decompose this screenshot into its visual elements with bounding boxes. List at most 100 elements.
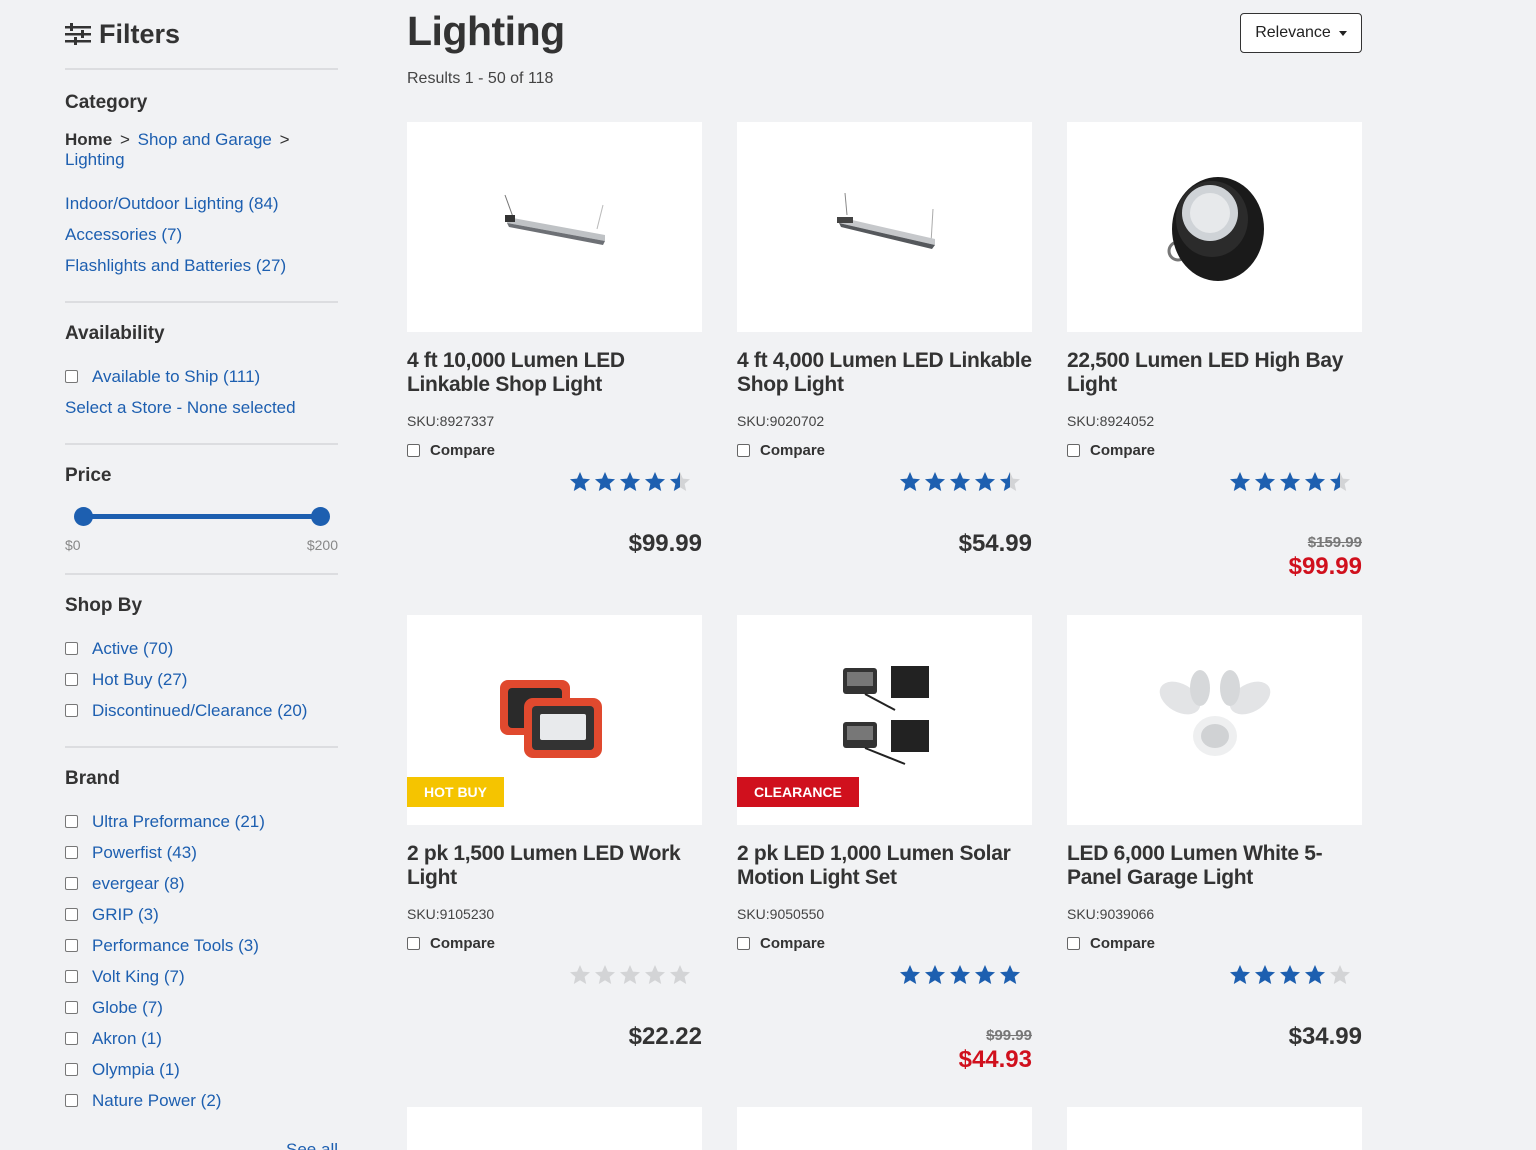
compare-label: Compare <box>430 935 496 952</box>
product-card[interactable]: 4 ft 10,000 Lumen LED Linkable Shop Ligh… <box>407 122 702 557</box>
product-sku: SKU:8927337 <box>407 413 495 429</box>
sort-dropdown[interactable]: Relevance <box>1240 13 1362 53</box>
product-image[interactable] <box>1067 615 1362 825</box>
shop-by-heading: Shop By <box>65 595 143 616</box>
garage-light-image <box>1159 670 1270 756</box>
product-name[interactable]: 4 ft 4,000 Lumen LED Linkable Shop Light <box>737 349 1032 397</box>
shop-by-option-hot-buy[interactable]: Hot Buy (27) <box>65 664 338 695</box>
product-price: $34.99 <box>1288 1023 1362 1050</box>
product-sku: SKU:9105230 <box>407 906 495 922</box>
category-section: Category Home > Shop and Garage > Lighti… <box>65 70 338 303</box>
product-name[interactable]: 2 pk LED 1,000 Lumen Solar Motion Light … <box>737 842 1032 890</box>
option-label: Available to Ship (111) <box>92 366 261 386</box>
compare-checkbox[interactable]: Compare <box>737 935 1032 952</box>
star-icon <box>595 472 615 491</box>
checkbox[interactable] <box>65 939 78 952</box>
compare-checkbox[interactable]: Compare <box>407 935 702 952</box>
checkbox[interactable] <box>65 1001 78 1014</box>
star-icon <box>1330 965 1350 984</box>
breadcrumb-shop-and-garage[interactable]: Shop and Garage <box>138 130 272 149</box>
brand-option[interactable]: Akron (1) <box>65 1023 338 1054</box>
shop-by-option-clearance[interactable]: Discontinued/Clearance (20) <box>65 695 338 726</box>
price-section: Price $0 $200 <box>65 445 338 575</box>
product-card[interactable]: 22,500 Lumen LED High Bay Light SKU:8924… <box>1067 122 1362 580</box>
checkbox[interactable] <box>65 815 78 828</box>
brand-option[interactable]: GRIP (3) <box>65 899 338 930</box>
brand-option[interactable]: Powerfist (43) <box>65 837 338 868</box>
compare-checkbox[interactable]: Compare <box>737 442 1032 459</box>
checkbox[interactable] <box>65 704 78 717</box>
shop-light-image <box>836 192 935 249</box>
category-link-accessories[interactable]: Accessories (7) <box>65 219 338 250</box>
compare-label: Compare <box>430 442 496 459</box>
price-max-label: $200 <box>306 537 338 553</box>
option-label: evergear (8) <box>92 873 185 893</box>
product-card[interactable]: 4 ft 4,000 Lumen LED Linkable Shop Light… <box>737 122 1032 557</box>
brand-see-all-link[interactable]: See all <box>65 1140 338 1150</box>
compare-checkbox[interactable]: Compare <box>1067 935 1362 952</box>
compare-checkbox[interactable]: Compare <box>1067 442 1362 459</box>
checkbox[interactable] <box>65 1094 78 1107</box>
product-name[interactable]: 4 ft 10,000 Lumen LED Linkable Shop Ligh… <box>407 349 702 397</box>
available-to-ship-option[interactable]: Available to Ship (111) <box>65 361 338 392</box>
filters-icon <box>65 23 91 45</box>
compare-label: Compare <box>1090 935 1156 952</box>
compare-label: Compare <box>760 442 826 459</box>
product-image[interactable] <box>737 122 1032 332</box>
checkbox[interactable] <box>65 370 78 383</box>
compare-checkbox[interactable]: Compare <box>407 442 702 459</box>
category-link-indoor-outdoor[interactable]: Indoor/Outdoor Lighting (84) <box>65 188 338 219</box>
select-store-link[interactable]: Select a Store - None selected <box>65 392 338 423</box>
breadcrumb-lighting[interactable]: Lighting <box>65 150 125 169</box>
checkbox[interactable] <box>65 1063 78 1076</box>
product-card[interactable]: HOT BUY 2 pk 1,500 Lumen LED Work Light … <box>407 615 702 1050</box>
checkbox[interactable] <box>737 444 750 457</box>
brand-option[interactable]: Ultra Preformance (21) <box>65 806 338 837</box>
star-icon <box>645 965 665 984</box>
checkbox[interactable] <box>1067 444 1080 457</box>
breadcrumb-home[interactable]: Home <box>65 130 112 149</box>
shop-by-section: Shop By Active (70) Hot Buy (27) Discont… <box>65 575 338 748</box>
checkbox[interactable] <box>65 970 78 983</box>
caret-down-icon <box>1338 30 1347 36</box>
brand-option[interactable]: evergear (8) <box>65 868 338 899</box>
checkbox[interactable] <box>65 1032 78 1045</box>
star-rating <box>1228 963 1352 987</box>
product-name[interactable]: 22,500 Lumen LED High Bay Light <box>1067 349 1362 397</box>
checkbox[interactable] <box>65 908 78 921</box>
product-card[interactable] <box>1067 1107 1362 1150</box>
price-slider-max-handle[interactable] <box>310 507 330 526</box>
product-name[interactable]: 2 pk 1,500 Lumen LED Work Light <box>407 842 702 890</box>
checkbox[interactable] <box>65 846 78 859</box>
brand-option[interactable]: Olympia (1) <box>65 1054 338 1085</box>
checkbox[interactable] <box>65 877 78 890</box>
brand-option[interactable]: Globe (7) <box>65 992 338 1023</box>
product-card[interactable]: LED 6,000 Lumen White 5-Panel Garage Lig… <box>1067 615 1362 1050</box>
checkbox[interactable] <box>407 444 420 457</box>
product-card[interactable] <box>407 1107 702 1150</box>
price-slider[interactable] <box>65 503 338 533</box>
checkbox[interactable] <box>65 673 78 686</box>
option-label: Olympia (1) <box>92 1059 180 1079</box>
checkbox[interactable] <box>1067 937 1080 950</box>
brand-option[interactable]: Nature Power (2) <box>65 1085 338 1116</box>
star-rating <box>1228 470 1352 494</box>
product-image[interactable] <box>1067 122 1362 332</box>
checkbox[interactable] <box>737 937 750 950</box>
shop-by-option-active[interactable]: Active (70) <box>65 633 338 664</box>
checkbox[interactable] <box>65 642 78 655</box>
brand-option[interactable]: Performance Tools (3) <box>65 930 338 961</box>
option-label: Hot Buy (27) <box>92 669 188 689</box>
checkbox[interactable] <box>407 937 420 950</box>
category-link-flashlights[interactable]: Flashlights and Batteries (27) <box>65 250 338 281</box>
breadcrumb-separator: > <box>119 130 130 149</box>
product-image[interactable]: HOT BUY <box>407 615 702 825</box>
product-name[interactable]: LED 6,000 Lumen White 5-Panel Garage Lig… <box>1067 842 1362 890</box>
product-card[interactable]: CLEARANCE 2 pk LED 1,000 Lumen Solar Mot… <box>737 615 1032 1073</box>
product-card[interactable] <box>737 1107 1032 1150</box>
product-image[interactable] <box>407 122 702 332</box>
star-rating <box>568 470 692 494</box>
price-slider-min-handle[interactable] <box>73 507 93 526</box>
brand-option[interactable]: Volt King (7) <box>65 961 338 992</box>
product-image[interactable]: CLEARANCE <box>737 615 1032 825</box>
